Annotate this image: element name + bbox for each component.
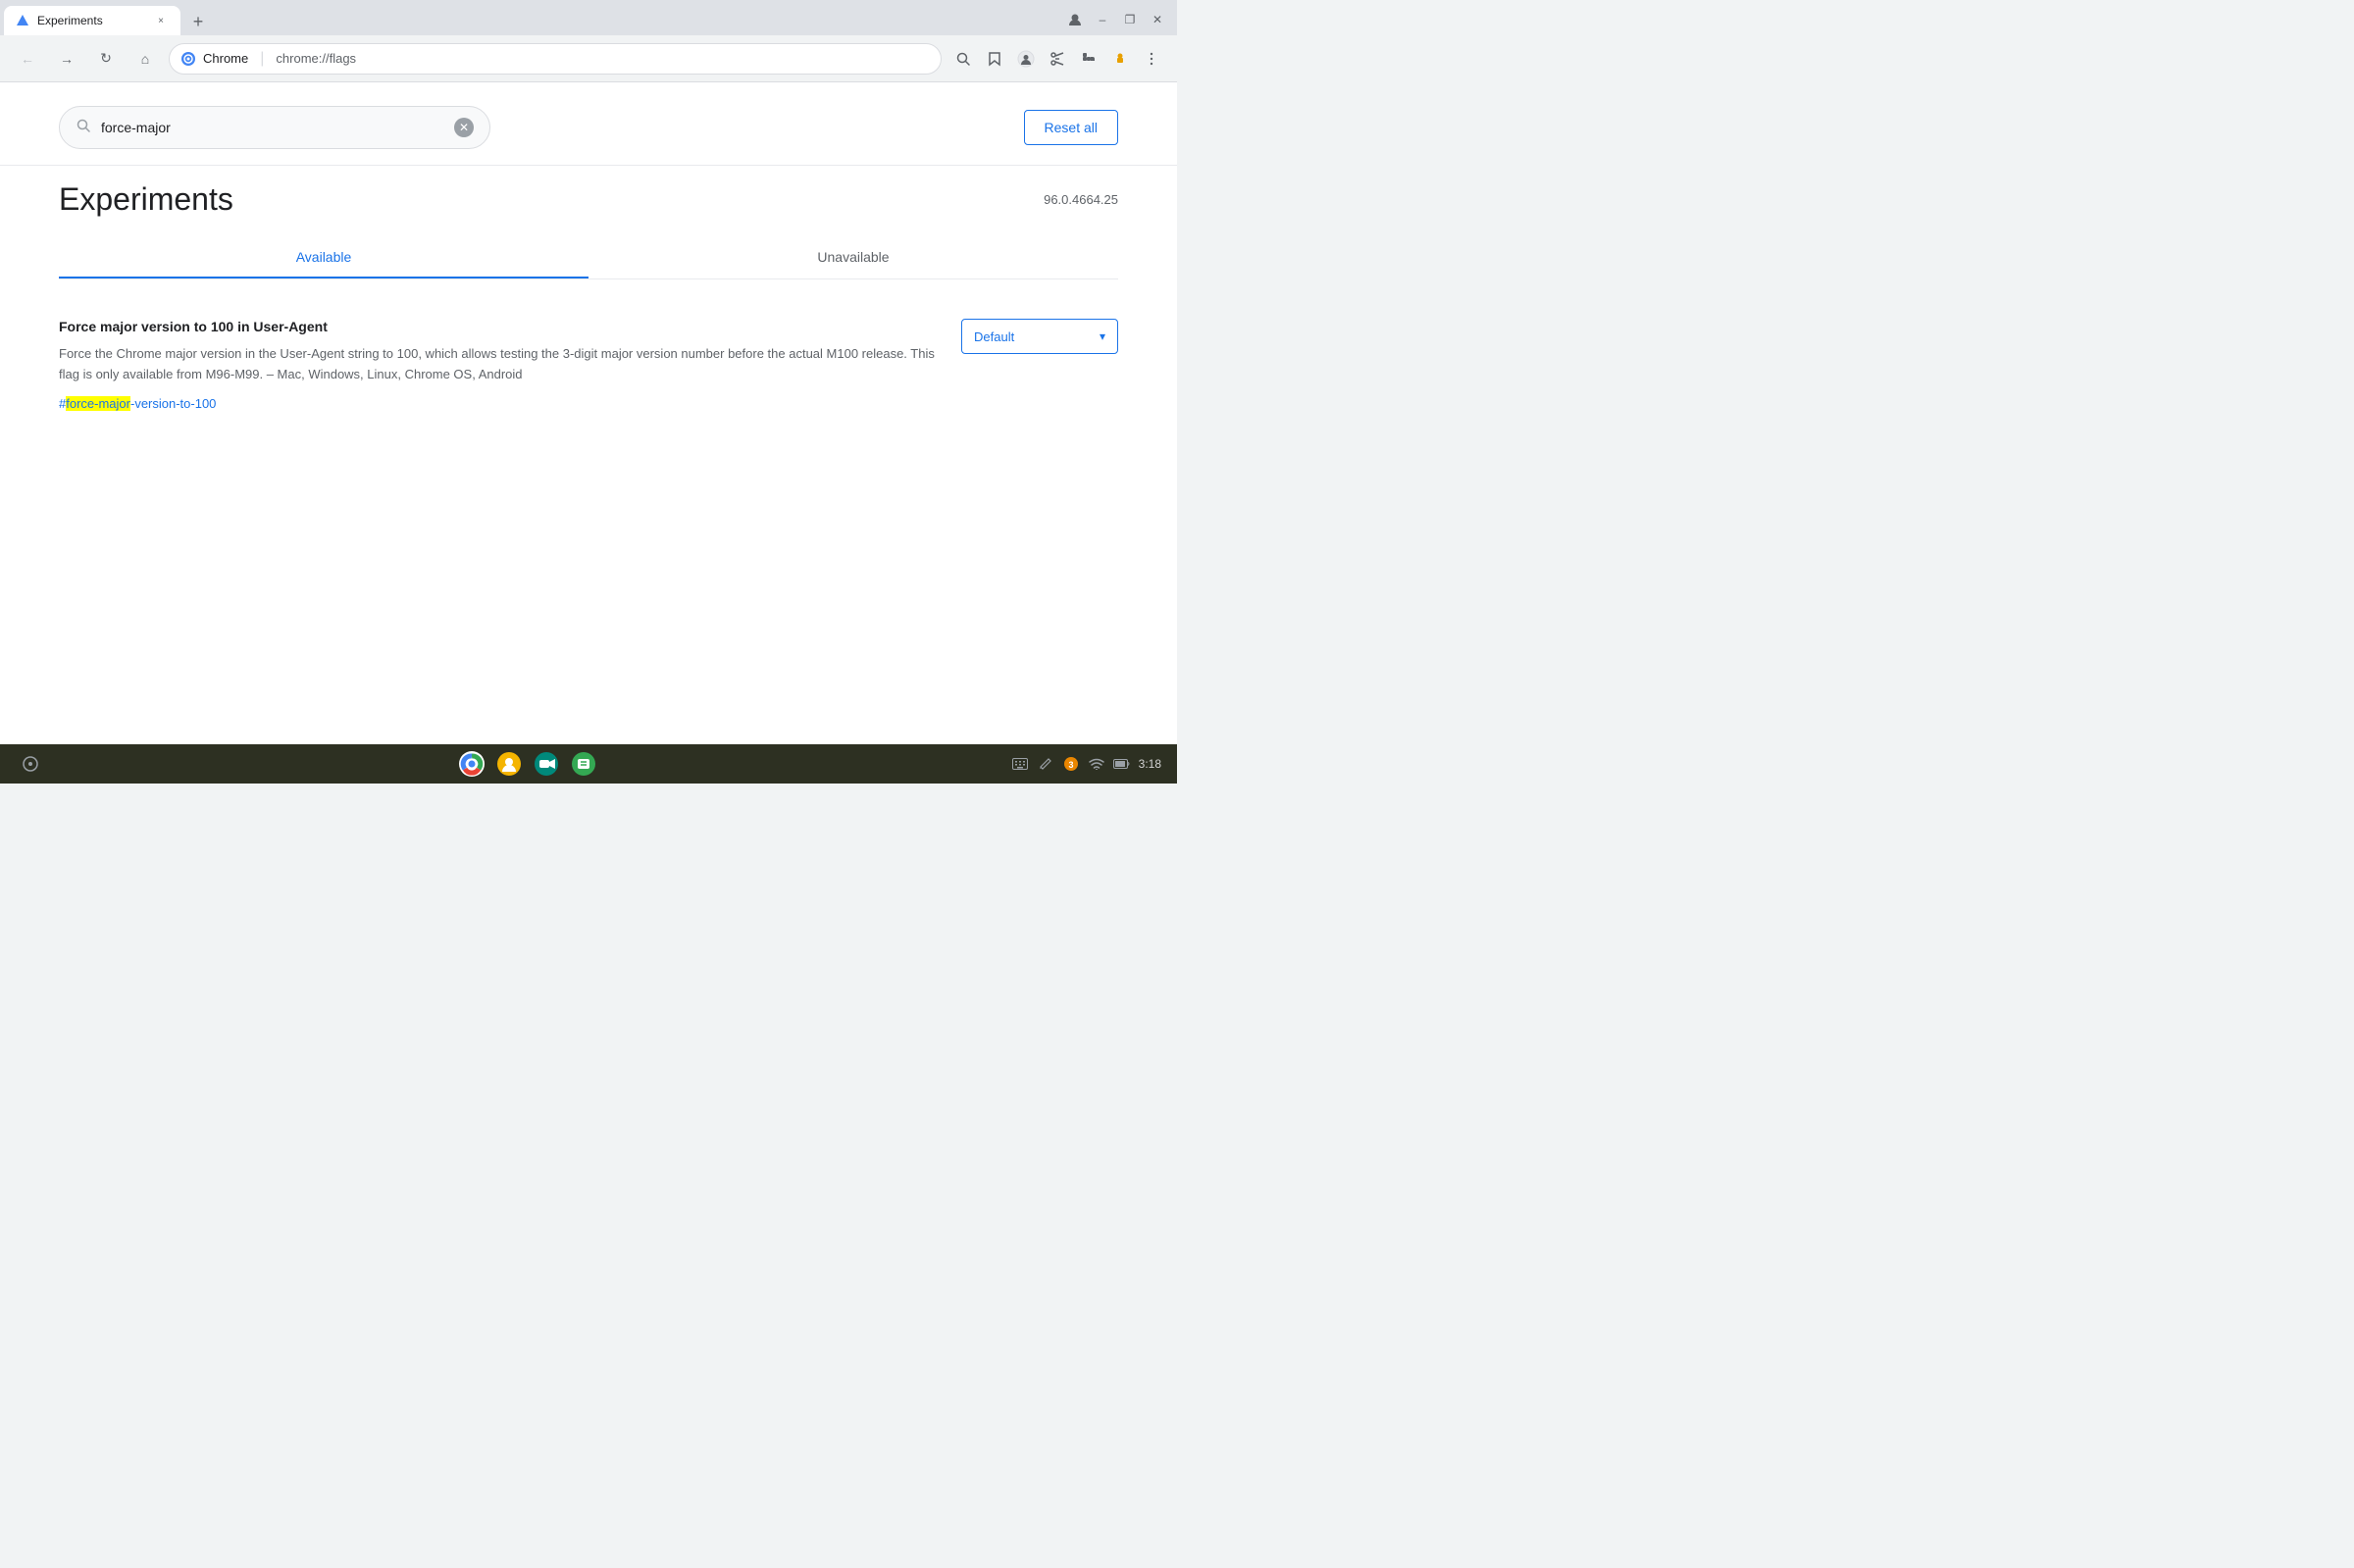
battery-icon [1113, 755, 1131, 773]
search-toolbar-icon[interactable] [949, 45, 977, 73]
tab-favicon [16, 14, 29, 27]
scissors-icon[interactable] [1044, 45, 1071, 73]
tabs-bar: Available Unavailable [59, 237, 1118, 279]
reload-button[interactable]: ↻ [90, 43, 122, 75]
taskbar-time: 3:18 [1139, 757, 1161, 771]
window-controls: – ❐ ✕ [1063, 8, 1169, 35]
flag-dropdown[interactable]: Default ▾ [961, 319, 1118, 354]
address-separator: | [260, 50, 264, 68]
profile-button[interactable] [1063, 8, 1087, 31]
flag-control: Default ▾ [961, 319, 1118, 354]
tab-bar: Experiments × + – ❐ ✕ [0, 0, 1177, 35]
home-button[interactable]: ⌂ [129, 43, 161, 75]
flag-title: Force major version to 100 in User-Agent [59, 319, 938, 334]
browser-frame: Experiments × + – ❐ ✕ ← → ↻ ⌂ Chrome [0, 0, 1177, 784]
search-box[interactable]: ✕ [59, 106, 490, 149]
experiments-content: Experiments 96.0.4664.25 Available Unava… [0, 166, 1177, 744]
dropdown-arrow-icon: ▾ [1100, 329, 1105, 343]
experiments-header: Experiments 96.0.4664.25 [59, 181, 1118, 218]
version-number: 96.0.4664.25 [1044, 192, 1118, 207]
pen-icon[interactable] [1037, 755, 1054, 773]
vpn-icon[interactable] [1106, 45, 1134, 73]
svg-text:3: 3 [1068, 760, 1073, 770]
flag-entry: Force major version to 100 in User-Agent… [59, 303, 1118, 429]
taskbar-chrome-icon[interactable] [457, 749, 486, 779]
keyboard-icon[interactable] [1011, 755, 1029, 773]
address-bar[interactable]: Chrome | chrome://flags [169, 43, 942, 75]
close-button[interactable]: ✕ [1146, 8, 1169, 31]
nav-bar: ← → ↻ ⌂ Chrome | chrome://flags [0, 35, 1177, 82]
new-tab-button[interactable]: + [184, 8, 212, 35]
taskbar-meet-icon[interactable] [532, 749, 561, 779]
clear-icon: ✕ [459, 121, 469, 134]
tab-close-button[interactable]: × [153, 13, 169, 28]
extensions-icon[interactable] [1075, 45, 1102, 73]
page-title: Experiments [59, 181, 233, 218]
flag-description: Force the Chrome major version in the Us… [59, 344, 938, 385]
tab-title: Experiments [37, 14, 145, 27]
bookmark-icon[interactable] [981, 45, 1008, 73]
flag-link-suffix: -version-to-100 [130, 396, 216, 411]
notification-badge[interactable]: 3 [1062, 755, 1080, 773]
taskbar-app4-icon[interactable] [569, 749, 598, 779]
dropdown-value: Default [974, 329, 1014, 344]
search-input[interactable] [101, 120, 444, 135]
flag-link[interactable]: #force-major-version-to-100 [59, 396, 216, 411]
toolbar-icons [949, 45, 1165, 73]
minimize-button[interactable]: – [1091, 8, 1114, 31]
tab-unavailable[interactable]: Unavailable [588, 237, 1118, 278]
address-favicon [181, 52, 195, 66]
flag-info: Force major version to 100 in User-Agent… [59, 319, 938, 413]
taskbar-left [16, 749, 45, 779]
search-area: ✕ Reset all [0, 82, 1177, 166]
search-icon [76, 118, 91, 138]
tab-available[interactable]: Available [59, 237, 588, 278]
taskbar-app2-icon[interactable] [494, 749, 524, 779]
active-tab[interactable]: Experiments × [4, 6, 180, 35]
page-content: ✕ Reset all Experiments 96.0.4664.25 Ava… [0, 82, 1177, 744]
profile-avatar-icon[interactable] [1012, 45, 1040, 73]
maximize-button[interactable]: ❐ [1118, 8, 1142, 31]
menu-icon[interactable] [1138, 45, 1165, 73]
forward-button[interactable]: → [51, 43, 82, 75]
flag-link-highlight: force-major [66, 396, 130, 411]
taskbar: 3 3:18 [0, 744, 1177, 784]
reset-all-button[interactable]: Reset all [1024, 110, 1118, 145]
taskbar-power-icon[interactable] [16, 749, 45, 779]
search-clear-button[interactable]: ✕ [454, 118, 474, 137]
wifi-icon[interactable] [1088, 755, 1105, 773]
taskbar-center [45, 749, 1011, 779]
back-button[interactable]: ← [12, 43, 43, 75]
address-domain: Chrome [203, 51, 248, 66]
taskbar-right: 3 3:18 [1011, 755, 1161, 773]
address-url: chrome://flags [276, 51, 356, 66]
